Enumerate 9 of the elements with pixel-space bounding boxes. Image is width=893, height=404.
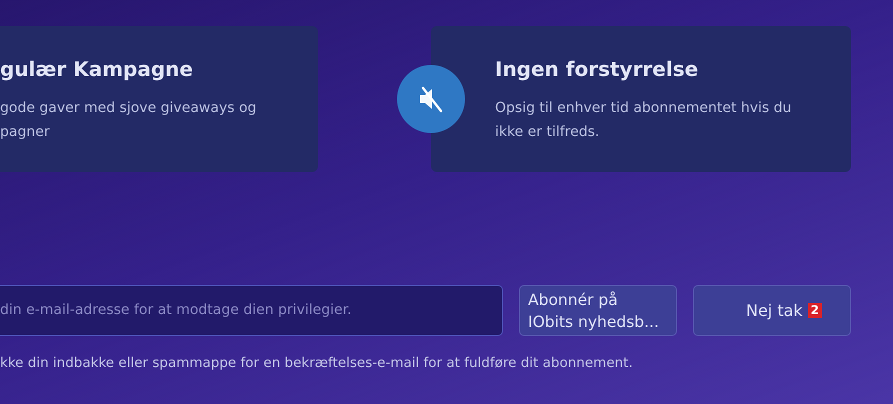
subscribe-button[interactable]: Abonnér på IObits nyhedsb... [519,285,677,336]
card-description: Opsig til enhver tid abonnementet hvis du ikke er tilfreds. [495,99,792,142]
card-title: Ingen forstyrrelse [495,56,700,83]
card-title: gulær Kampagne [0,56,194,83]
number-badge: 2 [808,303,822,318]
confirmation-note: kke din indbakke eller spammappe for en bekræftelses-e-mail for at fuldføre dit abonnement. [0,354,634,373]
decline-button[interactable]: Nej tak 2 [693,285,851,336]
card-description: gode gaver med sjove giveaways og pagner [0,99,258,142]
email-field[interactable]: din e-mail-adresse for at modtage dien privilegier. [0,285,503,336]
